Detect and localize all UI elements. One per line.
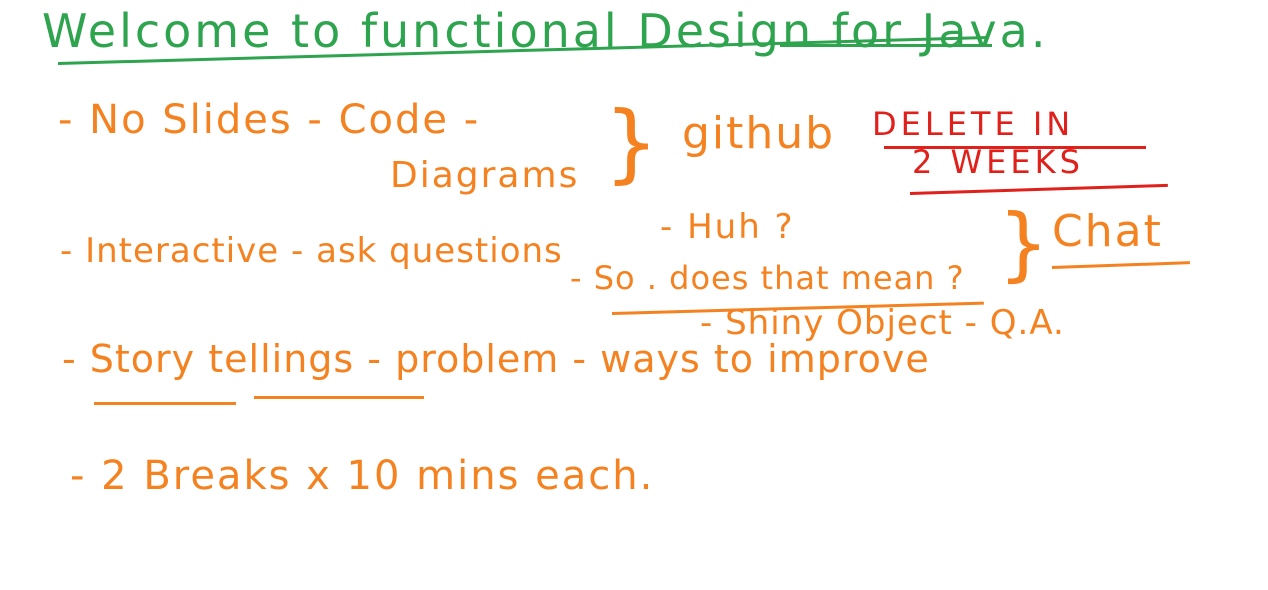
- chat-underline: [1051, 261, 1190, 269]
- story-underline-1: [94, 402, 236, 405]
- github-brace: }: [604, 93, 659, 193]
- huh-note: - Huh ?: [660, 207, 795, 247]
- so-does-note: - So . does that mean ?: [570, 259, 965, 297]
- title-main: Welcome to functional Design: [42, 4, 815, 58]
- delete-note-line1: DELETE IN: [872, 105, 1075, 143]
- story-underline-2: [254, 396, 424, 399]
- delete-note-underline-2: [909, 183, 1168, 195]
- bullet-interactive: - Interactive - ask questions: [60, 231, 563, 271]
- title-suffix: for Java.: [831, 4, 1049, 58]
- bullet-story-tellings: - Story tellings - problem - ways to imp…: [62, 337, 930, 381]
- github-label: github: [682, 108, 836, 159]
- bullet-breaks: - 2 Breaks x 10 mins each.: [70, 453, 655, 499]
- bullet-no-slides: - No Slides - Code -: [58, 97, 481, 143]
- whiteboard: Welcome to functional Design for Java. -…: [0, 0, 1268, 590]
- diagrams-label: Diagrams: [390, 155, 580, 196]
- title-suffix-underline: [780, 44, 992, 47]
- chat-label: Chat: [1052, 206, 1163, 257]
- delete-note-line2: 2 WEEKS: [912, 143, 1084, 181]
- shiny-object-note: - Shiny Object - Q.A.: [700, 303, 1065, 343]
- page-title: Welcome to functional Design for Java.: [42, 8, 1048, 54]
- chat-brace: }: [998, 197, 1049, 290]
